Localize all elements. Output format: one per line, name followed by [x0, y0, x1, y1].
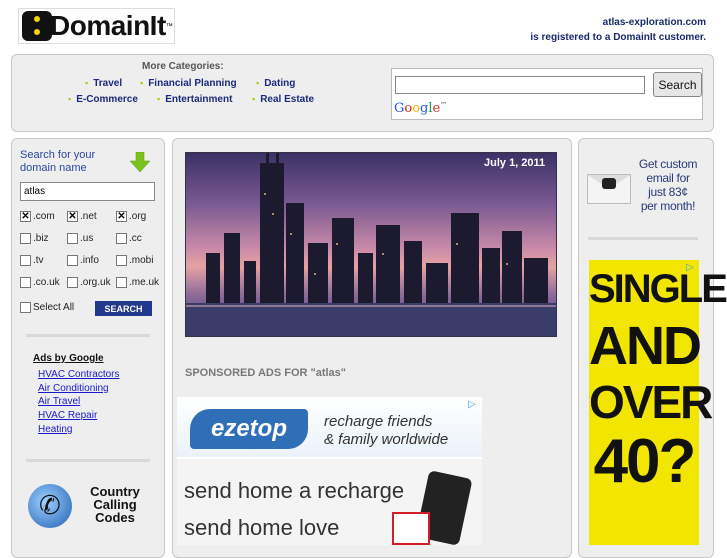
logo-tm: ™	[165, 22, 173, 30]
tld-label: .org.uk	[80, 277, 111, 288]
email-promo-text[interactable]: Get custom email for just 83¢ per month!	[636, 157, 700, 213]
category-financial-planning[interactable]: Financial Planning	[140, 78, 236, 89]
checkbox-icon[interactable]	[20, 233, 31, 244]
domain-search-title-line2: domain name	[20, 162, 87, 174]
country-calling-codes-banner[interactable]: ✆ Country Calling Codes	[28, 484, 152, 530]
gift-icon	[392, 512, 430, 545]
domain-search-button[interactable]: SEARCH	[95, 301, 152, 316]
tld-label: .org	[129, 211, 147, 222]
tld-label: .com	[33, 211, 55, 222]
tld-me-uk[interactable]: .me.uk	[116, 277, 159, 288]
arrow-down-icon	[129, 152, 151, 172]
ad-link-hvac-contractors[interactable]: HVAC Contractors	[38, 369, 120, 380]
domain-search-title-line1: Search for your	[20, 149, 96, 161]
checkbox-icon[interactable]	[116, 277, 127, 288]
ezetop-line2: send home love	[184, 515, 340, 540]
tld-label: .us	[80, 233, 94, 244]
tld-label: .net	[80, 211, 97, 222]
divider	[26, 334, 150, 337]
google-search-button[interactable]: Search	[653, 72, 702, 97]
checkbox-icon[interactable]	[20, 255, 31, 266]
registered-line: is registered to a DomainIt customer.	[530, 32, 706, 43]
google-search-input[interactable]	[395, 76, 645, 94]
city-skyline-photo	[185, 152, 557, 337]
tld-label: .info	[80, 255, 99, 266]
email-promo-line1: Get custom	[638, 157, 698, 171]
ezetop-tag-line2: & family worldwide	[324, 431, 449, 448]
checkbox-icon[interactable]	[20, 302, 31, 313]
tld-label: .me.uk	[129, 277, 160, 288]
skyline-image	[186, 153, 556, 336]
category-entertainment[interactable]: Entertainment	[157, 94, 232, 105]
checkbox-icon[interactable]	[116, 255, 127, 266]
phone-icon: ✆	[28, 484, 72, 528]
email-envelope-icon[interactable]	[587, 174, 631, 204]
tld-net[interactable]: ✕ .net	[67, 211, 97, 222]
checkbox-icon[interactable]	[67, 277, 78, 288]
domain-search-title: Search for your domain name	[20, 149, 95, 175]
domain-search-input[interactable]	[20, 182, 155, 201]
google-logo: Google™	[394, 101, 448, 116]
tld-co-uk[interactable]: .co.uk	[20, 277, 60, 288]
tld-label: .co.uk	[33, 277, 60, 288]
checkbox-icon[interactable]	[67, 233, 78, 244]
checkbox-icon[interactable]: ✕	[20, 211, 31, 222]
checkbox-icon[interactable]: ✕	[116, 211, 127, 222]
registered-domain: atlas-exploration.com	[602, 17, 706, 28]
divider	[26, 459, 150, 462]
single-ad-line4: 40?	[593, 427, 697, 496]
categories-title: More Categories:	[142, 61, 224, 72]
ad-link-hvac-repair[interactable]: HVAC Repair	[38, 410, 97, 421]
ezetop-tagline: recharge friends & family worldwide	[324, 413, 448, 449]
single-ad-line1: SINGLE	[589, 267, 727, 311]
tld-label: .cc	[129, 233, 142, 244]
checkbox-icon[interactable]	[20, 277, 31, 288]
ccc-line3: Codes	[95, 510, 135, 525]
ezetop-tag-line1: recharge friends	[324, 413, 433, 430]
select-all-label: Select All	[33, 302, 75, 313]
tld-label: .mobi	[129, 255, 154, 266]
checkbox-icon[interactable]	[116, 233, 127, 244]
tld-org-uk[interactable]: .org.uk	[67, 277, 111, 288]
tld-cc[interactable]: .cc	[116, 233, 142, 244]
category-e-commerce[interactable]: E-Commerce	[68, 94, 138, 105]
single-ad-line3: OVER	[589, 376, 713, 428]
adchoices-icon[interactable]: ▷	[468, 399, 476, 410]
tld-tv[interactable]: .tv	[20, 255, 44, 266]
registration-notice: atlas-exploration.com is registered to a…	[530, 15, 706, 45]
category-real-estate[interactable]: Real Estate	[252, 94, 314, 105]
category-travel[interactable]: Travel	[85, 78, 122, 89]
domainit-logo[interactable]: DomainIt ™	[18, 8, 175, 44]
tld-info[interactable]: .info	[67, 255, 99, 266]
divider	[588, 237, 698, 240]
select-all-checkbox[interactable]: Select All	[20, 302, 74, 313]
tld-com[interactable]: ✕ .com	[20, 211, 55, 222]
email-promo-line4: per month!	[640, 199, 696, 213]
tld-us[interactable]: .us	[67, 233, 93, 244]
checkbox-icon[interactable]	[67, 255, 78, 266]
email-promo-line3: just 83¢	[648, 185, 688, 199]
ad-link-air-travel[interactable]: Air Travel	[38, 396, 80, 407]
tld-mobi[interactable]: .mobi	[116, 255, 153, 266]
ezetop-line1: send home a recharge	[184, 478, 405, 503]
photo-date: July 1, 2011	[484, 157, 546, 169]
email-promo-line2: email for	[646, 171, 690, 185]
ads-by-google-title[interactable]: Ads by Google	[33, 353, 104, 364]
logo-text: DomainIt	[50, 10, 166, 41]
logo-mark-icon	[22, 11, 52, 41]
tld-label: .tv	[33, 255, 44, 266]
country-calling-codes-text: Country Calling Codes	[76, 485, 154, 524]
sponsored-ads-title: SPONSORED ADS FOR "atlas"	[185, 367, 346, 379]
tld-org[interactable]: ✕ .org	[116, 211, 146, 222]
tld-label: .biz	[33, 233, 49, 244]
single-ad-line2: AND	[589, 316, 702, 376]
category-dating[interactable]: Dating	[256, 78, 295, 89]
ezetop-logo[interactable]: ezetop	[190, 409, 308, 449]
checkbox-icon[interactable]: ✕	[67, 211, 78, 222]
ad-link-heating[interactable]: Heating	[38, 424, 72, 435]
tld-biz[interactable]: .biz	[20, 233, 49, 244]
ad-link-air-conditioning[interactable]: Air Conditioning	[38, 383, 109, 394]
